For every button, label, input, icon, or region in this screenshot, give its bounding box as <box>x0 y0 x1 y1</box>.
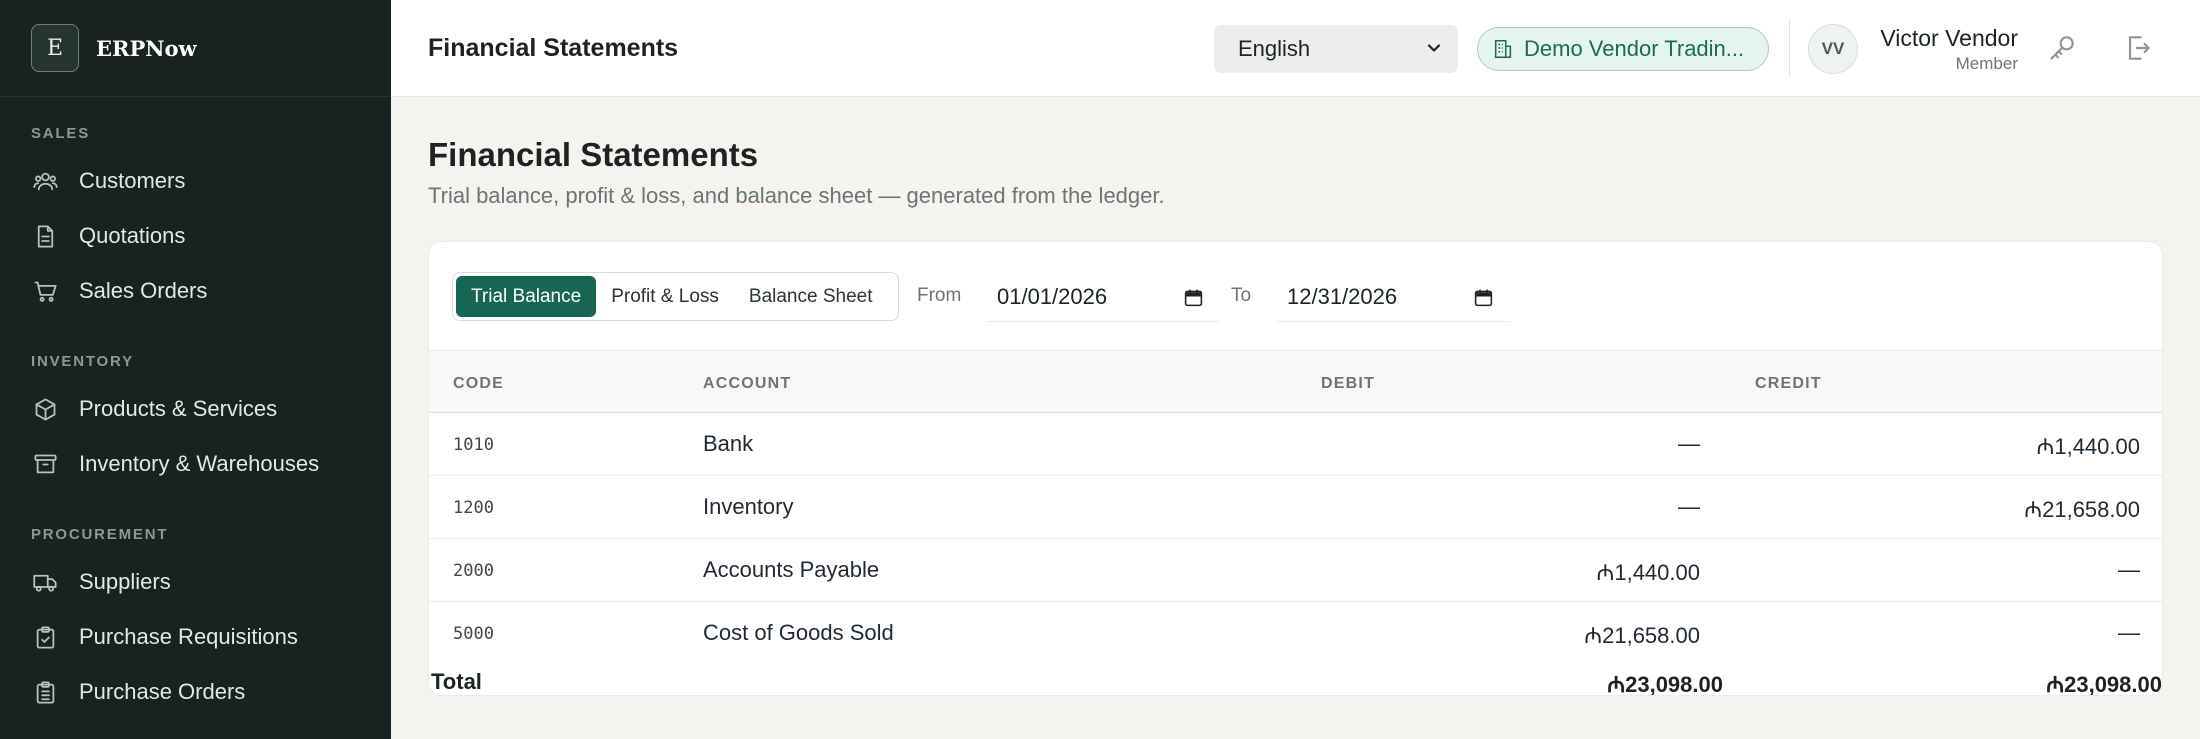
total-credit: ₼23,098.00 <box>2046 672 2162 696</box>
cell-code: 1200 <box>453 498 494 518</box>
top-header: Financial Statements English Demo Vendor… <box>391 0 2200 97</box>
table-header: CODE ACCOUNT DEBIT CREDIT <box>429 350 2162 413</box>
sidebar-item-quotations[interactable]: Quotations <box>31 216 185 256</box>
document-icon <box>31 222 59 250</box>
language-select[interactable]: English <box>1214 25 1458 73</box>
from-date-value: 01/01/2026 <box>997 283 1108 309</box>
brand-name: ERPNow <box>96 35 197 61</box>
total-label: Total <box>431 669 482 694</box>
tab-trial-balance[interactable]: Trial Balance <box>456 276 597 317</box>
from-date-input[interactable]: 01/01/2026 <box>987 272 1220 322</box>
table-row: 5000 Cost of Goods Sold ₼21,658.00 — <box>429 602 2162 665</box>
to-date-value: 12/31/2026 <box>1287 283 1398 309</box>
sidebar-item-label: Purchase Orders <box>79 679 246 704</box>
sidebar-item-label: Inventory & Warehouses <box>79 451 320 476</box>
cell-account: Accounts Payable <box>703 557 880 582</box>
calendar-icon[interactable] <box>1473 287 1494 308</box>
statement-tabs: Trial Balance Profit & Loss Balance Shee… <box>452 272 899 321</box>
logout-icon[interactable] <box>2122 32 2154 64</box>
clipboard-check-icon <box>31 623 59 651</box>
column-header-account: ACCOUNT <box>703 375 792 392</box>
nav-section-inventory: INVENTORY <box>31 353 134 370</box>
header-title: Financial Statements <box>428 34 679 62</box>
company-switcher[interactable]: Demo Vendor Tradin... <box>1477 27 1769 71</box>
tab-balance-sheet[interactable]: Balance Sheet <box>734 276 888 317</box>
cell-credit: ₼1,440.00 <box>2036 434 2140 459</box>
sidebar-item-purchase-orders[interactable]: Purchase Orders <box>31 672 245 712</box>
cell-debit: ₼1,440.00 <box>1596 560 1700 585</box>
column-header-debit: DEBIT <box>1321 375 1375 392</box>
brand-logo: E <box>31 24 79 72</box>
cell-account: Cost of Goods Sold <box>703 620 894 645</box>
to-date-input[interactable]: 12/31/2026 <box>1277 272 1510 322</box>
cell-credit: — <box>2118 557 2140 582</box>
from-label: From <box>917 285 962 306</box>
cell-debit: — <box>1678 494 1700 519</box>
truck-icon <box>31 568 59 596</box>
sidebar-item-label: Quotations <box>79 223 186 248</box>
building-icon <box>1494 39 1512 59</box>
table-row: 1010 Bank — ₼1,440.00 <box>429 413 2162 476</box>
company-name: Demo Vendor Tradin... <box>1524 36 1745 61</box>
sidebar-item-label: Sales Orders <box>79 278 208 303</box>
cell-account: Inventory <box>703 494 794 519</box>
users-icon <box>31 167 59 195</box>
table-row: 2000 Accounts Payable ₼1,440.00 — <box>429 539 2162 602</box>
cell-debit: — <box>1678 431 1700 456</box>
sidebar-item-suppliers[interactable]: Suppliers <box>31 562 171 602</box>
archive-icon <box>31 450 59 478</box>
cell-code: 5000 <box>453 624 494 644</box>
cell-account: Bank <box>703 431 754 456</box>
sidebar: E ERPNow SALES Customers Quotations Sale… <box>0 0 391 739</box>
box-icon <box>31 395 59 423</box>
sidebar-item-label: Purchase Requisitions <box>79 624 298 649</box>
cell-credit: ₼21,658.00 <box>2024 497 2140 522</box>
table-row: 1200 Inventory — ₼21,658.00 <box>429 476 2162 539</box>
sidebar-item-customers[interactable]: Customers <box>31 161 185 201</box>
to-label: To <box>1231 285 1252 306</box>
cell-credit: — <box>2118 620 2140 645</box>
user-role: Member <box>1955 54 2018 73</box>
key-icon[interactable] <box>2046 32 2078 64</box>
sidebar-item-sales-orders[interactable]: Sales Orders <box>31 271 207 311</box>
avatar[interactable]: VV <box>1808 24 1858 74</box>
statements-card: Trial Balance Profit & Loss Balance Shee… <box>428 241 2163 696</box>
sidebar-item-label: Products & Services <box>79 396 278 421</box>
header-divider <box>1789 20 1790 78</box>
nav-section-procurement: PROCUREMENT <box>31 526 169 543</box>
column-header-credit: CREDIT <box>1755 375 1822 392</box>
column-header-code: CODE <box>453 375 505 392</box>
sidebar-item-inventory-warehouses[interactable]: Inventory & Warehouses <box>31 444 319 484</box>
chevron-down-icon <box>1427 44 1441 52</box>
tab-profit-loss[interactable]: Profit & Loss <box>596 276 734 317</box>
sidebar-item-purchase-requisitions[interactable]: Purchase Requisitions <box>31 617 298 657</box>
brand[interactable]: E ERPNow <box>0 0 391 97</box>
statements-toolbar: Trial Balance Profit & Loss Balance Shee… <box>429 242 2162 350</box>
page-subtitle: Trial balance, profit & loss, and balanc… <box>428 183 1165 208</box>
nav-section-sales: SALES <box>31 125 91 142</box>
language-value: English <box>1238 36 1311 61</box>
clipboard-list-icon <box>31 678 59 706</box>
total-row: Total ₼23,098.00 ₼23,098.00 <box>429 666 2162 696</box>
page-title: Financial Statements <box>428 136 759 173</box>
sidebar-item-products-services[interactable]: Products & Services <box>31 389 277 429</box>
sidebar-item-label: Customers <box>79 168 186 193</box>
cart-icon <box>31 277 59 305</box>
cell-code: 2000 <box>453 561 494 581</box>
cell-debit: ₼21,658.00 <box>1584 623 1700 648</box>
user-name: Victor Vendor <box>1880 25 2018 51</box>
total-debit: ₼23,098.00 <box>1607 672 1723 696</box>
cell-code: 1010 <box>453 435 494 455</box>
calendar-icon[interactable] <box>1183 287 1204 308</box>
sidebar-item-label: Suppliers <box>79 569 171 594</box>
